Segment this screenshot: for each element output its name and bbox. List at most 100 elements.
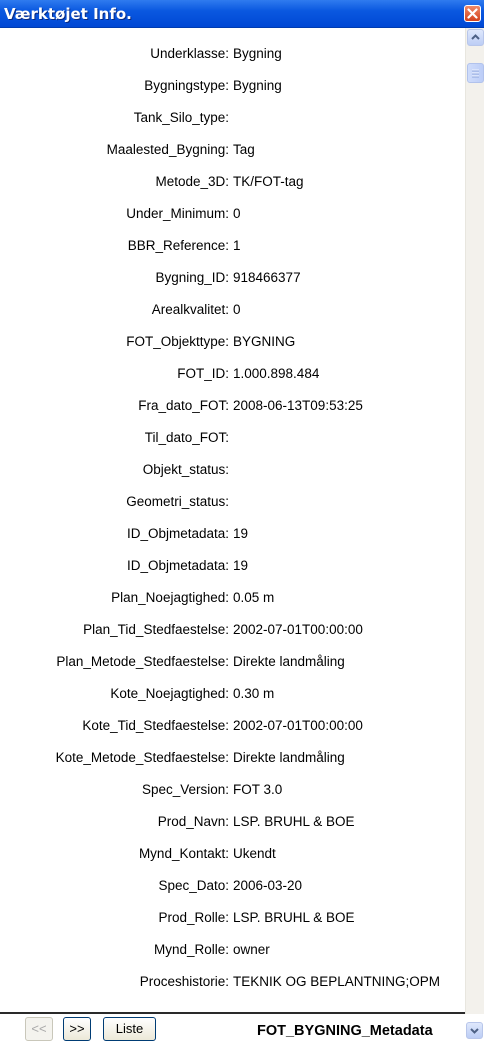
attribute-value: 2002-07-01T00:00:00 xyxy=(233,622,363,637)
attribute-row: Objekt_status: xyxy=(0,454,465,486)
title-bar[interactable]: Værktøjet Info. xyxy=(0,0,484,28)
attribute-label: Tank_Silo_type: xyxy=(133,110,229,125)
previous-button[interactable]: << xyxy=(25,1017,53,1041)
attribute-label: FOT_ID: xyxy=(177,366,229,381)
attribute-value: 19 xyxy=(233,558,249,573)
attribute-row: FOT_Objekttype: BYGNING xyxy=(0,326,465,358)
footer-bar: << >> Liste FOT_BYGNING_Metadata xyxy=(0,1014,484,1046)
attribute-label: BBR_Reference: xyxy=(127,238,229,253)
attribute-value: 0 xyxy=(233,302,241,317)
attribute-row: Fra_dato_FOT: 2008-06-13T09:53:25 xyxy=(0,390,465,422)
attribute-row: Mynd_Rolle: owner xyxy=(0,934,465,966)
attribute-row: Spec_Version: FOT 3.0 xyxy=(0,774,465,806)
attribute-row: Plan_Tid_Stedfaestelse: 2002-07-01T00:00:… xyxy=(0,614,465,646)
attribute-value: Ukendt xyxy=(233,846,276,861)
attribute-label: Prod_Rolle: xyxy=(158,910,229,925)
attribute-value: 1 xyxy=(233,238,241,253)
attribute-label: Mynd_Rolle: xyxy=(153,942,229,957)
attribute-row: Prod_Navn: LSP. BRUHL & BOE xyxy=(0,806,465,838)
attribute-row: Plan_Metode_Stedfaestelse: Direkte landmå… xyxy=(0,646,465,678)
attribute-label: Under_Minimum: xyxy=(126,206,229,221)
attribute-value: owner xyxy=(233,942,270,957)
attribute-row: FOT_ID: 1.000.898.484 xyxy=(0,358,465,390)
attribute-value: Tag xyxy=(233,142,255,157)
attribute-label: Bygningstype: xyxy=(144,78,229,93)
attribute-label: Plan_Tid_Stedfaestelse: xyxy=(83,622,229,637)
attribute-row: Geometri_status: xyxy=(0,486,465,518)
attribute-row: Tank_Silo_type: xyxy=(0,102,465,134)
attribute-value: FOT 3.0 xyxy=(233,782,283,797)
vertical-scrollbar[interactable] xyxy=(465,28,484,1020)
attribute-value: 918466377 xyxy=(233,270,301,285)
attribute-value: 0.05 m xyxy=(233,590,275,605)
attribute-row: Spec_Dato: 2006-03-20 xyxy=(0,870,465,902)
close-button[interactable] xyxy=(464,5,481,22)
attribute-value: LSP. BRUHL & BOE xyxy=(233,814,355,829)
attribute-value: 2002-07-01T00:00:00 xyxy=(233,718,363,733)
grip-icon xyxy=(472,69,479,78)
attribute-row: Kote_Tid_Stedfaestelse: 2002-07-01T00:00:… xyxy=(0,710,465,742)
attribute-row: Metode_3D: TK/FOT-tag xyxy=(0,166,465,198)
attribute-label: Arealkvalitet: xyxy=(151,302,229,317)
attribute-value: Direkte landmåling xyxy=(233,654,345,669)
attribute-row: Kote_Noejagtighed: 0.30 m xyxy=(0,678,465,710)
attribute-label: Kote_Tid_Stedfaestelse: xyxy=(82,718,229,733)
attribute-value: LSP. BRUHL & BOE xyxy=(233,910,355,925)
attribute-row: Underklasse: Bygning xyxy=(0,38,465,70)
attribute-row: Under_Minimum: 0 xyxy=(0,198,465,230)
attribute-label: Plan_Noejagtighed: xyxy=(111,590,229,605)
window-title: Værktøjet Info. xyxy=(4,5,132,23)
list-button[interactable]: Liste xyxy=(103,1017,156,1041)
chevron-down-icon xyxy=(470,1028,479,1034)
attribute-label: Fra_dato_FOT: xyxy=(138,398,229,413)
attribute-row: Til_dato_FOT: xyxy=(0,422,465,454)
attribute-label: Spec_Dato: xyxy=(158,878,229,893)
attribute-row: Proceshistorie: TEKNIK OG BEPLANTNING;OPM xyxy=(0,966,465,998)
attribute-label: Bygning_ID: xyxy=(155,270,229,285)
attribute-value: TK/FOT-tag xyxy=(233,174,304,189)
attribute-value: 19 xyxy=(233,526,249,541)
chevron-up-icon xyxy=(471,34,480,40)
attribute-list: Underklasse: Bygning Bygningstype: Bygning T… xyxy=(0,28,465,1020)
attribute-label: Spec_Version: xyxy=(141,782,229,797)
attribute-row: ID_Objmetadata: 19 xyxy=(0,518,465,550)
attribute-value: 2006-03-20 xyxy=(233,878,303,893)
attribute-label: Geometri_status: xyxy=(126,494,229,509)
attribute-label: Underklasse: xyxy=(150,46,229,61)
attribute-label: ID_Objmetadata: xyxy=(126,558,229,573)
attribute-label: Til_dato_FOT: xyxy=(144,430,229,445)
attribute-value: BYGNING xyxy=(233,334,296,349)
attribute-label: Proceshistorie: xyxy=(139,974,229,989)
layer-name: FOT_BYGNING_Metadata xyxy=(257,1023,433,1039)
attribute-label: Maalested_Bygning: xyxy=(106,142,229,157)
attribute-value: 1.000.898.484 xyxy=(233,366,320,381)
attribute-value: Bygning xyxy=(233,46,282,61)
attribute-row: Maalested_Bygning: Tag xyxy=(0,134,465,166)
attribute-label: Objekt_status: xyxy=(142,462,229,477)
attribute-value: 0.30 m xyxy=(233,686,275,701)
next-button[interactable]: >> xyxy=(63,1017,91,1041)
attribute-row: ID_Objmetadata: 19 xyxy=(0,550,465,582)
attribute-label: Kote_Noejagtighed: xyxy=(110,686,229,701)
attribute-row: Mynd_Kontakt: Ukendt xyxy=(0,838,465,870)
attribute-label: Kote_Metode_Stedfaestelse: xyxy=(55,750,229,765)
scroll-down-button[interactable] xyxy=(466,1022,483,1039)
attribute-row: Prod_Rolle: LSP. BRUHL & BOE xyxy=(0,902,465,934)
attribute-row: Arealkvalitet: 0 xyxy=(0,294,465,326)
attribute-value: 0 xyxy=(233,206,241,221)
attribute-label: FOT_Objekttype: xyxy=(126,334,229,349)
close-icon xyxy=(467,8,478,19)
scroll-thumb[interactable] xyxy=(467,63,484,83)
attribute-label: Plan_Metode_Stedfaestelse: xyxy=(56,654,229,669)
attribute-label: Prod_Navn: xyxy=(157,814,229,829)
attribute-row: Kote_Metode_Stedfaestelse: Direkte landmå… xyxy=(0,742,465,774)
attribute-label: Metode_3D: xyxy=(155,174,229,189)
attribute-value: Direkte landmåling xyxy=(233,750,345,765)
attribute-value: 2008-06-13T09:53:25 xyxy=(233,398,363,413)
attribute-label: ID_Objmetadata: xyxy=(126,526,229,541)
attribute-row: Plan_Noejagtighed: 0.05 m xyxy=(0,582,465,614)
attribute-value: Bygning xyxy=(233,78,282,93)
scroll-up-button[interactable] xyxy=(467,29,484,46)
attribute-row: Bygning_ID: 918466377 xyxy=(0,262,465,294)
attribute-row: BBR_Reference: 1 xyxy=(0,230,465,262)
